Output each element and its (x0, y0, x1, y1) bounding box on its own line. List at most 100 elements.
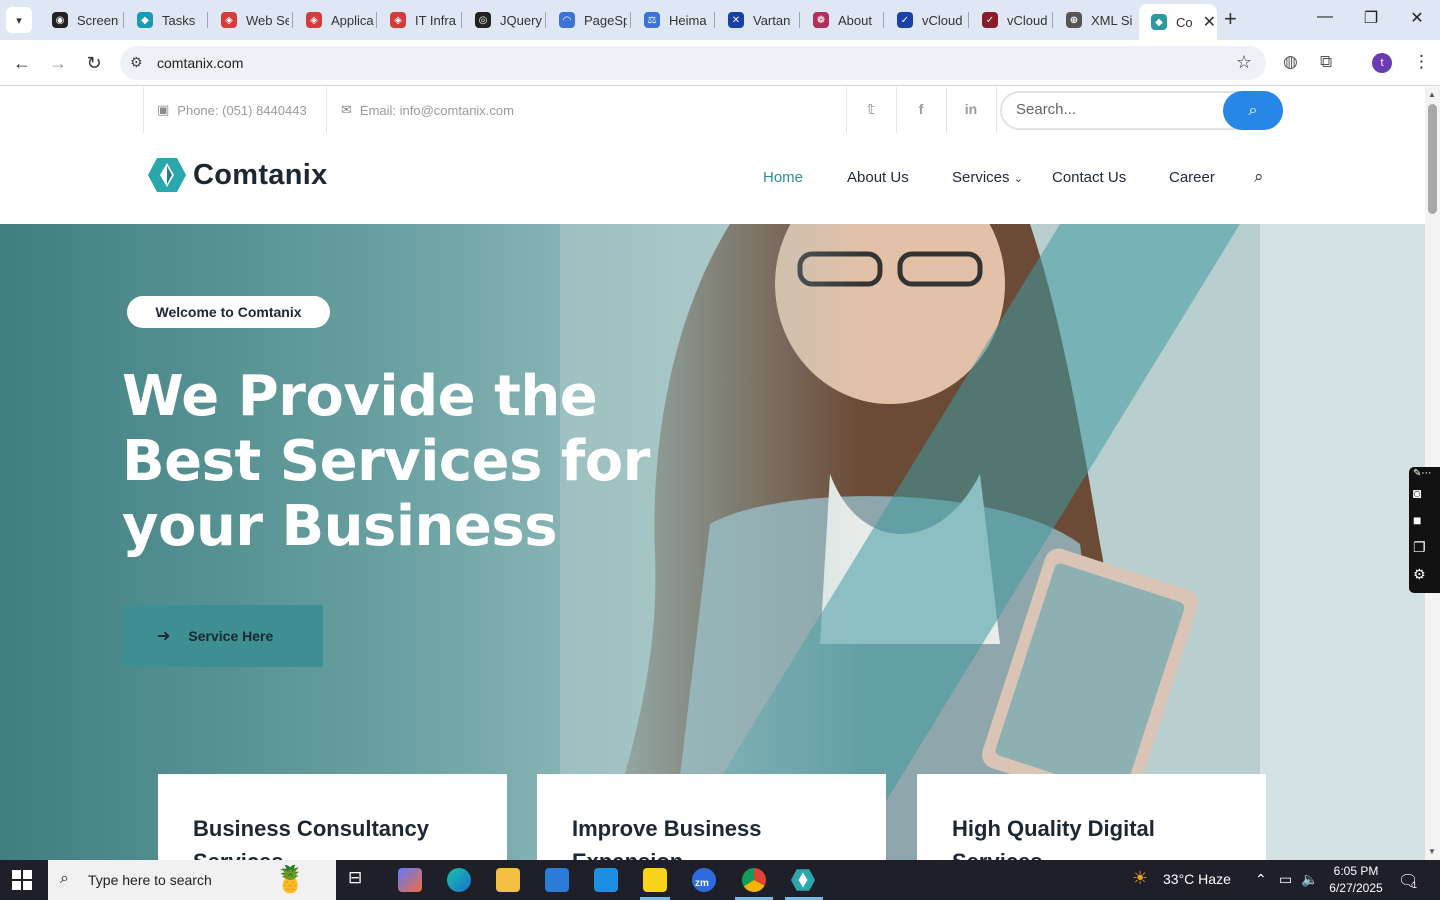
window-capture-icon[interactable]: ❐ (1413, 539, 1426, 556)
nav-contact-us[interactable]: Contact Us (1052, 169, 1126, 186)
search-icon[interactable]: ⌕ (1254, 167, 1264, 187)
browser-tab[interactable]: ✓ vCloud (885, 6, 965, 34)
browser-tab[interactable]: ❁ About (801, 6, 881, 34)
url-text[interactable]: comtanix.com (157, 55, 243, 71)
edge-icon[interactable] (447, 868, 471, 892)
headline-line: your Business (122, 494, 558, 559)
tab-label: IT Infra (415, 12, 456, 28)
tab-label: Screen (77, 12, 119, 28)
site-logo[interactable]: Comtanix (148, 157, 328, 193)
brand-name: Comtanix (193, 158, 328, 191)
email-contact[interactable]: ✉ Email: info@comtanix.com (341, 102, 514, 118)
site-info-icon[interactable]: ⚙ (130, 54, 143, 71)
tab-active[interactable]: ◆ Co ✕ (1139, 4, 1217, 40)
site-search-button[interactable]: ⌕ (1223, 91, 1283, 130)
restore-button[interactable]: ❐ (1359, 8, 1383, 28)
tab-favicon-icon: ◎ (475, 12, 491, 28)
translate-icon[interactable]: ◍ (1283, 52, 1298, 72)
nav-about-us[interactable]: About Us (847, 169, 909, 186)
back-button[interactable]: ← (11, 52, 33, 74)
nav-career[interactable]: Career (1169, 169, 1215, 186)
browser-tab[interactable]: ◆ Tasks (125, 6, 205, 34)
reload-button[interactable]: ↻ (83, 52, 105, 74)
divider (143, 87, 144, 133)
email-text[interactable]: Email: info@comtanix.com (360, 103, 514, 118)
tab-favicon-icon: ✓ (897, 12, 913, 28)
tab-label: Tasks (162, 12, 196, 28)
browser-tab[interactable]: ⊕ XML Si (1054, 6, 1134, 34)
phone-contact: ▣ Phone: (051) 8440443 (157, 102, 307, 118)
clock-time: 6:05 PM (1333, 864, 1379, 878)
file-explorer-icon[interactable] (496, 868, 520, 892)
sticky-notes-icon[interactable] (643, 868, 667, 892)
zoom-icon[interactable]: zm (692, 868, 716, 892)
taskbar-search[interactable]: ⌕ Type here to search 🍍 (48, 860, 336, 900)
tab-label: Web Se (246, 12, 289, 28)
taskbar-search-placeholder: Type here to search (88, 872, 212, 888)
hero-headline: We Provide the Best Services for your Bu… (122, 364, 682, 559)
facebook-icon[interactable]: f (896, 101, 946, 117)
twitter-icon[interactable]: 𝕥 (846, 101, 896, 118)
chevron-up-icon[interactable]: ⌃ (1255, 871, 1267, 888)
browser-tab[interactable]: ◈ Applica (294, 6, 374, 34)
task-view-icon[interactable]: ⊟ (348, 868, 372, 892)
service-here-button[interactable]: ➜ Service Here (123, 605, 323, 667)
service-card[interactable]: Business Consultancy Services (158, 774, 507, 860)
site-search-input[interactable]: Search... (1016, 101, 1076, 118)
browser-tab[interactable]: ◠ PageSp (547, 6, 627, 34)
tab-search-button[interactable]: ▾ (6, 7, 32, 33)
volume-icon[interactable]: 🔈 (1301, 871, 1318, 888)
nav-home[interactable]: Home (763, 169, 803, 186)
tab-separator (1052, 12, 1053, 28)
camera-icon[interactable]: ◙ (1413, 485, 1421, 501)
minimize-button[interactable]: — (1313, 8, 1337, 26)
browser-tab[interactable]: ⚖ Heima (632, 6, 712, 34)
gear-icon[interactable]: ⚙ (1413, 566, 1426, 583)
weather-text[interactable]: 33°C Haze (1163, 871, 1231, 887)
weather-icon[interactable]: ☀ (1132, 868, 1148, 889)
browser-tab[interactable]: ◈ IT Infra (378, 6, 458, 34)
close-tab-icon[interactable]: ✕ (1203, 12, 1216, 32)
browser-tab[interactable]: ◈ Web Se (209, 6, 289, 34)
linkedin-icon[interactable]: in (946, 101, 996, 117)
extensions-icon[interactable]: ⧉ (1320, 52, 1332, 72)
close-window-button[interactable]: ✕ (1405, 8, 1429, 28)
address-bar[interactable]: ⚙ comtanix.com ☆ (120, 46, 1266, 80)
tab-separator (123, 12, 124, 28)
network-icon[interactable]: ▭ (1279, 871, 1292, 888)
mail-icon[interactable] (594, 868, 618, 892)
chrome-icon[interactable] (742, 868, 766, 892)
tab-favicon-icon: ◈ (306, 12, 322, 28)
service-card[interactable]: High Quality Digital Services (917, 774, 1266, 860)
scroll-down-icon[interactable]: ▼ (1428, 847, 1436, 856)
windows-start-icon[interactable] (12, 870, 32, 890)
search-icon: ⌕ (60, 870, 69, 887)
copilot-icon[interactable] (398, 868, 422, 892)
browser-tab[interactable]: ✓ vCloud (970, 6, 1050, 34)
browser-tab[interactable]: ◎ JQuery (463, 6, 543, 34)
video-camera-icon[interactable]: ■ (1413, 512, 1421, 528)
nav-services[interactable]: Services ⌄ (952, 169, 1023, 186)
service-card[interactable]: Improve Business Expansion (537, 774, 886, 860)
microsoft-store-icon[interactable] (545, 868, 569, 892)
site-topbar: ▣ Phone: (051) 8440443 ✉ Email: info@com… (0, 87, 1425, 133)
forward-button[interactable]: → (47, 52, 69, 74)
system-clock[interactable]: 6:05 PM 6/27/2025 (1326, 863, 1386, 897)
divider (996, 87, 997, 133)
scroll-up-icon[interactable]: ▲ (1428, 90, 1436, 99)
bookmark-star-icon[interactable]: ☆ (1236, 52, 1252, 73)
profile-avatar[interactable]: t (1372, 53, 1392, 73)
browser-tab[interactable]: ✕ Vartan (716, 6, 796, 34)
browser-tab[interactable]: ◉ Screen (40, 6, 120, 34)
tab-separator (376, 12, 377, 28)
scrollbar-thumb[interactable] (1428, 104, 1437, 214)
new-tab-button[interactable]: + (1224, 8, 1237, 30)
tab-label: vCloud (1007, 12, 1048, 28)
headline-line: We Provide the (122, 364, 598, 429)
comtanix-app-icon[interactable] (791, 868, 815, 892)
browser-menu-icon[interactable]: ⋮ (1413, 52, 1430, 72)
widget-more-icon[interactable]: ✎⋯ (1413, 468, 1431, 479)
capture-widget: ✎⋯ ◙ ■ ❐ ⚙ (1409, 467, 1440, 593)
tab-favicon-icon: ⊕ (1066, 12, 1082, 28)
tab-favicon-icon: ⚖ (644, 12, 660, 28)
